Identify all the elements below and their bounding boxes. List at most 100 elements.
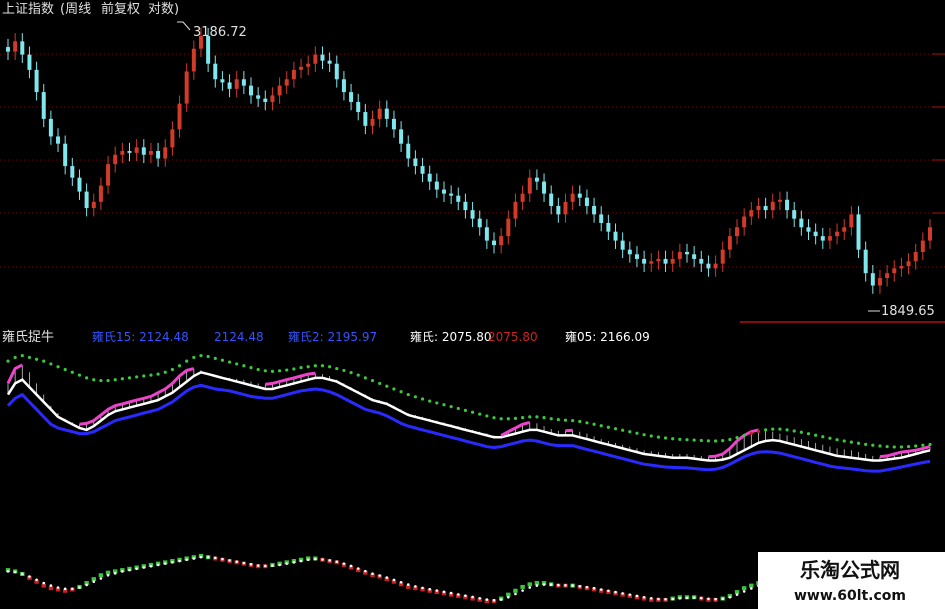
oscillator-bar: [98, 573, 104, 578]
signal-dot: [13, 570, 17, 574]
candle-body: [584, 197, 589, 206]
indicator-dot-05: [585, 421, 589, 425]
candle-body: [892, 268, 897, 274]
indicator-dot-05: [420, 397, 425, 401]
high-value-label: 3186.72: [193, 25, 247, 40]
candle-body: [249, 85, 254, 96]
candle-body: [463, 201, 468, 211]
scale-label: 对数): [148, 2, 179, 17]
candle-body: [649, 261, 654, 264]
indicator-dot-05: [6, 359, 10, 363]
signal-dot: [213, 556, 217, 560]
signal-dot: [49, 584, 53, 587]
indicator-dot-05: [142, 374, 146, 378]
indicator-dot-05: [34, 357, 39, 361]
candle-body: [77, 177, 82, 192]
candle-body: [384, 108, 389, 119]
candle-body: [827, 236, 832, 241]
signal-dot: [614, 590, 617, 594]
indicator-dot-05: [556, 418, 560, 422]
indicator-dot-05: [621, 428, 625, 432]
indicator-dot-05: [549, 417, 553, 421]
candle-body: [91, 201, 96, 209]
signal-dot: [306, 558, 310, 562]
signal-dot: [378, 574, 381, 577]
candle-body: [806, 227, 811, 232]
indicator-name: 雍氏捉牛: [2, 329, 54, 345]
signal-dot: [485, 598, 489, 601]
oscillator-bar: [741, 586, 747, 591]
indicator-dot-05: [742, 433, 746, 438]
indicator-dot-05: [528, 415, 532, 419]
readout-item: 雍氏2: 2195.97: [288, 329, 377, 344]
indicator-dot-05: [692, 438, 696, 442]
signal-dot: [228, 559, 231, 562]
candle-body: [835, 231, 840, 237]
indicator-dot-05: [277, 369, 282, 373]
indicator-dot-05: [835, 438, 839, 442]
signal-dot: [750, 587, 753, 590]
candle-body: [20, 41, 25, 55]
candle-body: [34, 69, 39, 93]
candle-body: [749, 210, 754, 217]
signal-dot: [335, 560, 339, 563]
indicator-dot-05: [335, 366, 339, 371]
candle-body: [320, 54, 325, 61]
candle-body: [785, 199, 790, 211]
stock-chart: 上证指数 (周线 前复权 对数) 3186.72 1849.65 雍氏捉牛 雍氏…: [0, 0, 945, 609]
candle-body: [256, 95, 261, 99]
indicator-dot-05: [127, 376, 132, 380]
signal-dot: [542, 583, 546, 586]
candle-body: [191, 48, 196, 72]
indicator-dot-05: [406, 392, 410, 397]
signal-dot: [721, 597, 725, 601]
oscillator-bar: [513, 588, 518, 593]
indicator-dot-05: [635, 431, 639, 435]
indicator-dot-05: [521, 416, 525, 420]
candle-body: [113, 154, 118, 165]
readout-item: 2124.48: [214, 330, 264, 344]
indicator-dot-05: [306, 365, 310, 369]
candle-body: [706, 263, 711, 269]
candle-body: [470, 210, 475, 219]
indicator-dot-05: [428, 399, 432, 403]
signal-dot: [471, 595, 474, 599]
candle-body: [692, 254, 697, 259]
candle-body: [206, 36, 211, 64]
indicator-dot-05: [792, 429, 796, 433]
indicator-dot-05: [463, 408, 468, 412]
indicator-dot-05: [256, 367, 260, 372]
candle-body: [849, 214, 854, 228]
candle-body: [120, 151, 125, 155]
signal-dot: [499, 598, 503, 601]
candle-body: [27, 54, 32, 70]
signal-dot: [264, 564, 267, 568]
candle-body: [313, 54, 318, 64]
candle-body: [627, 249, 632, 255]
candle-body: [563, 201, 568, 215]
signal-dot: [285, 562, 289, 565]
candle-body: [427, 173, 432, 182]
signal-dot: [564, 584, 567, 587]
readout-item: 雍05: 2166.09: [565, 329, 650, 344]
indicator-dot-05: [478, 412, 482, 416]
signal-dot: [314, 557, 317, 561]
chart-background: [0, 0, 945, 609]
signal-dot: [71, 587, 74, 591]
indicator-dot-05: [13, 355, 17, 360]
signal-dot: [528, 586, 532, 589]
candle-body: [577, 193, 582, 198]
candle-body: [684, 251, 689, 255]
indicator-dot-05: [92, 378, 96, 382]
candle-body: [513, 201, 518, 219]
signal-dot: [692, 596, 696, 599]
indicator-dot-05: [628, 430, 632, 434]
indicator-dot-05: [99, 379, 103, 383]
candle-body: [306, 63, 311, 67]
indicator-dot-05: [206, 354, 210, 359]
indicator-dot-05: [814, 433, 818, 437]
signal-dot: [42, 581, 46, 585]
watermark-title: 乐淘公式网: [800, 558, 900, 582]
signal-dot: [699, 596, 703, 600]
indicator-dot-05: [756, 429, 761, 433]
